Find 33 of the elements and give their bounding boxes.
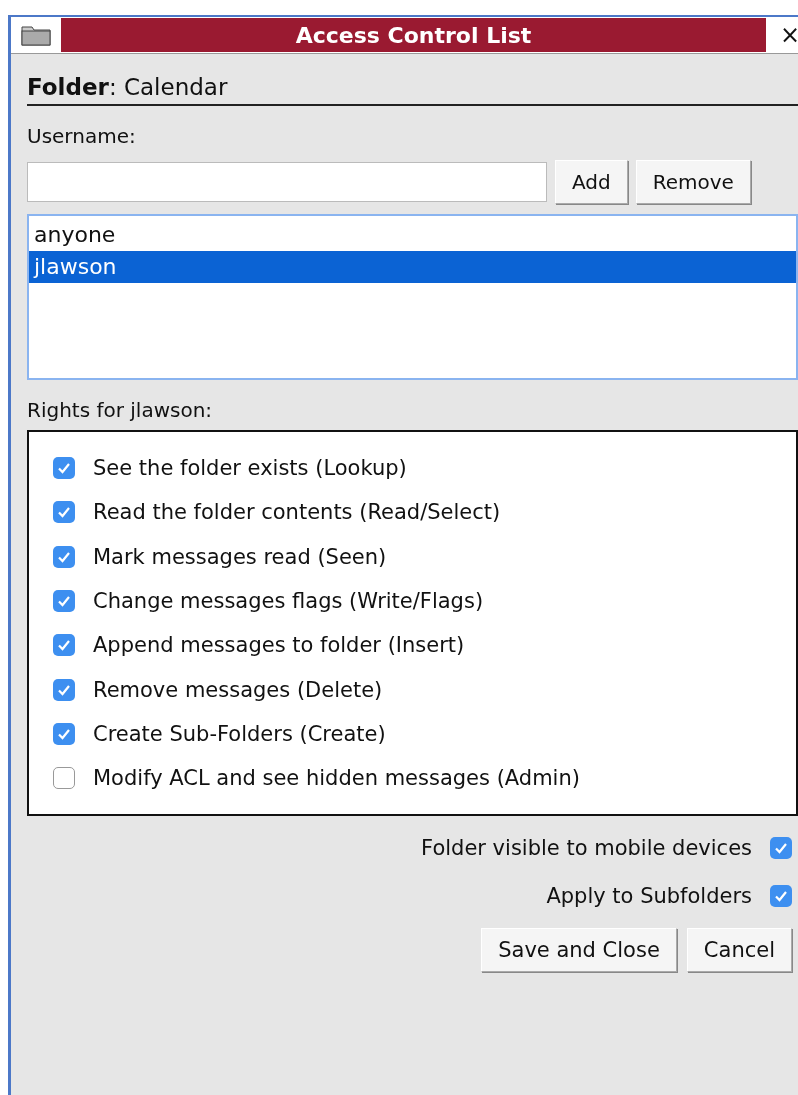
- right-label: Remove messages (Delete): [93, 677, 383, 702]
- add-button[interactable]: Add: [555, 160, 628, 204]
- checkbox[interactable]: [53, 767, 75, 790]
- user-item[interactable]: anyone: [29, 219, 796, 251]
- save-button[interactable]: Save and Close: [481, 928, 677, 972]
- checkbox[interactable]: [770, 885, 792, 907]
- option-label: Folder visible to mobile devices: [421, 836, 752, 860]
- checkbox[interactable]: [53, 545, 75, 568]
- right-label: See the folder exists (Lookup): [93, 456, 407, 481]
- checkbox[interactable]: [53, 457, 75, 480]
- checkbox[interactable]: [53, 501, 75, 524]
- checkbox[interactable]: [53, 590, 75, 613]
- right-label: Append messages to folder (Insert): [93, 633, 465, 658]
- folder-heading: Folder: Calendar: [27, 62, 798, 106]
- remove-button[interactable]: Remove: [635, 160, 751, 204]
- folder-icon: [21, 24, 51, 46]
- checkbox[interactable]: [53, 678, 75, 701]
- rights-label: Rights for jlawson:: [27, 398, 214, 422]
- right-label: Create Sub-Folders (Create): [93, 721, 386, 746]
- checkbox[interactable]: [53, 634, 75, 657]
- window-title: Access Control List: [61, 18, 766, 52]
- right-label: Mark messages read (Seen): [93, 544, 387, 569]
- right-label: Change messages flags (Write/Flags): [93, 589, 484, 614]
- right-label: Read the folder contents (Read/Select): [93, 500, 501, 525]
- username-field[interactable]: [27, 162, 547, 202]
- right-label: Modify ACL and see hidden messages (Admin): [93, 766, 580, 791]
- checkbox[interactable]: [770, 837, 792, 859]
- checkbox[interactable]: [53, 722, 75, 745]
- user-item[interactable]: jlawson: [29, 251, 796, 283]
- option-label: Apply to Subfolders: [546, 884, 752, 908]
- close-button[interactable]: ×: [780, 21, 798, 49]
- cancel-button[interactable]: Cancel: [686, 928, 792, 972]
- username-label: Username:: [27, 124, 137, 148]
